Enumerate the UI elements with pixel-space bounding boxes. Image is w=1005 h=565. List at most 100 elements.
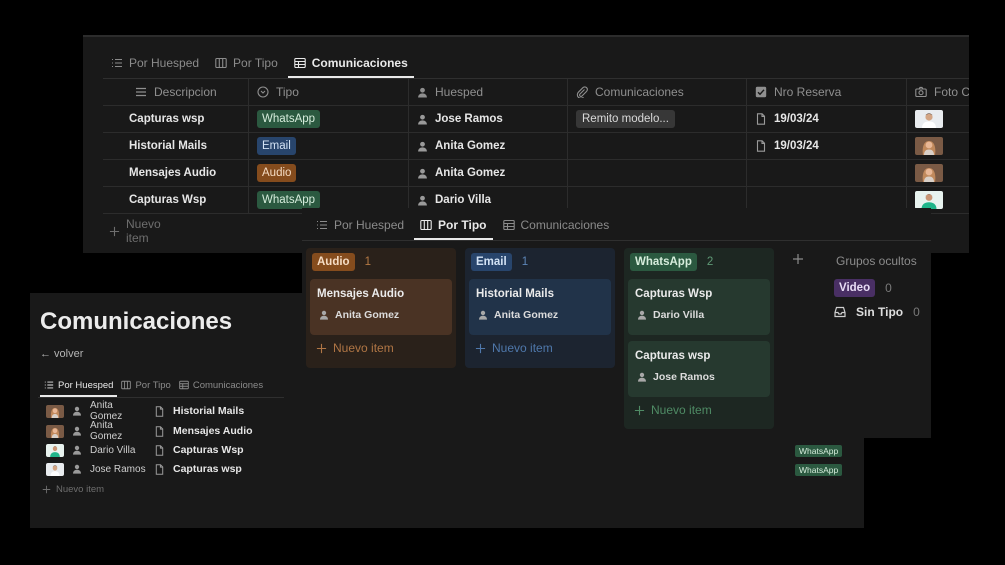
cell-foto-cli[interactable]: [907, 106, 969, 132]
board-card[interactable]: Mensajes Audio Anita Gomez: [310, 279, 452, 335]
cell-foto-cli[interactable]: [907, 160, 969, 186]
board-card[interactable]: Capturas wsp Jose Ramos: [628, 341, 770, 397]
hidden-group-video[interactable]: Video 0: [834, 279, 892, 297]
card-title: Capturas Wsp: [635, 288, 713, 300]
table-row[interactable]: Historial Mails Email Anita Gomez 19/03/…: [103, 133, 969, 160]
add-group-button[interactable]: [792, 253, 804, 268]
table-row[interactable]: Mensajes Audio Audio Anita Gomez: [103, 160, 969, 187]
tab-comunicaciones[interactable]: Comunicaciones: [497, 212, 616, 240]
person-mention[interactable]: Dario Villa: [417, 194, 491, 206]
tab-por-tipo[interactable]: Por Tipo: [414, 212, 493, 240]
person-mention[interactable]: Jose Ramos: [417, 113, 503, 125]
column-header[interactable]: WhatsApp 2: [628, 253, 770, 271]
page-title: Comunicaciones: [40, 308, 233, 335]
tab-comunicaciones[interactable]: Comunicaciones: [287, 50, 414, 78]
list-icon: [316, 219, 328, 231]
tab-label: Por Huesped: [129, 56, 200, 70]
person-icon: [72, 406, 82, 416]
person-icon: [417, 195, 428, 206]
tab-por-huesped[interactable]: Por Huesped: [40, 375, 118, 397]
column-header-tipo[interactable]: Tipo: [249, 79, 409, 105]
table-header-row: Descripcion Tipo Huesped Comunicaciones …: [103, 79, 969, 106]
list-icon: [111, 57, 123, 69]
tipo-tag: Audio: [257, 164, 297, 182]
avatar: [46, 425, 64, 438]
board-card[interactable]: Historial Mails Anita Gomez: [469, 279, 611, 335]
cell-descripcion[interactable]: Capturas wsp: [103, 106, 249, 132]
group-tag: WhatsApp: [630, 253, 697, 271]
board-view-tabs: Por Huesped Por Tipo Comunicaciones: [310, 212, 615, 240]
list-icon: [44, 380, 54, 390]
tab-por-huesped[interactable]: Por Huesped: [310, 212, 410, 240]
group-count: 1: [364, 256, 371, 268]
tab-por-tipo[interactable]: Por Tipo: [209, 50, 284, 78]
cell-huesped[interactable]: Anita Gomez: [409, 133, 568, 159]
cell-tipo[interactable]: WhatsApp: [249, 106, 409, 132]
tab-por-huesped[interactable]: Por Huesped: [105, 50, 205, 78]
card-title: Historial Mails: [476, 288, 554, 300]
board-card[interactable]: Capturas Wsp Dario Villa: [628, 279, 770, 335]
column-header[interactable]: Audio 1: [310, 253, 452, 271]
column-header-nro-reserva[interactable]: Nro Reserva: [747, 79, 907, 105]
person-icon: [417, 87, 428, 98]
person-icon: [637, 372, 647, 382]
document-icon: [154, 445, 165, 456]
cell-comunicaciones[interactable]: [568, 133, 747, 159]
person-icon: [72, 445, 82, 455]
cell-descripcion[interactable]: Capturas Wsp: [103, 187, 249, 213]
list-item[interactable]: Anita Gomez Historial Mails: [46, 400, 244, 422]
reserva-link[interactable]: 19/03/24: [755, 113, 819, 125]
cell-comunicaciones[interactable]: [568, 160, 747, 186]
guest-name: Dario Villa: [90, 444, 136, 456]
board-icon: [420, 219, 432, 231]
plus-icon: [316, 343, 327, 354]
card-person: Jose Ramos: [635, 371, 763, 383]
reserva-link[interactable]: 19/03/24: [755, 140, 819, 152]
group-tag: Video: [834, 279, 876, 297]
new-item-button[interactable]: Nuevo item: [469, 341, 611, 355]
card-person: Dario Villa: [635, 309, 763, 321]
tab-comunicaciones[interactable]: Comunicaciones: [175, 375, 267, 397]
list-item[interactable]: Anita Gomez Mensajes Audio: [46, 420, 253, 442]
new-item-button[interactable]: Nuevo item: [42, 484, 104, 495]
person-mention[interactable]: Anita Gomez: [417, 140, 505, 152]
cell-descripcion[interactable]: Historial Mails: [103, 133, 249, 159]
list-item[interactable]: Dario Villa Capturas Wsp: [46, 441, 244, 459]
tabs-divider: [302, 240, 931, 241]
cell-foto-cli[interactable]: [907, 133, 969, 159]
cell-nro-reserva[interactable]: 19/03/24: [747, 106, 907, 132]
new-item-button[interactable]: Nuevo item: [310, 341, 452, 355]
attachment-chip[interactable]: Remito modelo...: [576, 110, 675, 128]
table-row[interactable]: Capturas wsp WhatsApp Jose Ramos Remito …: [103, 106, 969, 133]
cell-huesped[interactable]: Jose Ramos: [409, 106, 568, 132]
avatar: [915, 164, 943, 182]
document-icon: [755, 140, 767, 152]
cell-nro-reserva[interactable]: 19/03/24: [747, 133, 907, 159]
column-header-huesped[interactable]: Huesped: [409, 79, 568, 105]
cell-tipo[interactable]: Audio: [249, 160, 409, 186]
tipo-tag: WhatsApp: [257, 191, 321, 209]
cell-comunicaciones[interactable]: Remito modelo...: [568, 106, 747, 132]
tab-por-tipo[interactable]: Por Tipo: [117, 375, 174, 397]
whatsapp-tag: WhatsApp: [795, 445, 843, 457]
cell-nro-reserva[interactable]: [747, 160, 907, 186]
column-header-comunicaciones[interactable]: Comunicaciones: [568, 79, 747, 105]
board-column-whatsapp: WhatsApp 2 Capturas Wsp Dario Villa Capt…: [624, 248, 774, 429]
avatar: [46, 463, 64, 476]
person-icon: [417, 141, 428, 152]
column-header-descripcion[interactable]: Descripcion: [103, 79, 249, 105]
table-view-tabs: Por Huesped Por Tipo Comunicaciones: [105, 50, 414, 78]
cell-tipo[interactable]: Email: [249, 133, 409, 159]
avatar: [915, 110, 943, 128]
person-mention[interactable]: Anita Gomez: [417, 167, 505, 179]
plus-icon: [109, 226, 120, 237]
new-item-button[interactable]: Nuevo item: [628, 403, 770, 417]
list-item[interactable]: Jose Ramos Capturas wsp: [46, 460, 242, 478]
back-link[interactable]: ← volver: [40, 348, 83, 360]
cell-descripcion[interactable]: Mensajes Audio: [103, 160, 249, 186]
column-header[interactable]: Email 1: [469, 253, 611, 271]
new-item-button[interactable]: Nuevo item: [109, 217, 161, 245]
cell-huesped[interactable]: Anita Gomez: [409, 160, 568, 186]
hidden-group-sin-tipo[interactable]: Sin Tipo 0: [834, 305, 920, 319]
column-header-foto-cli[interactable]: Foto Cli: [907, 79, 969, 105]
